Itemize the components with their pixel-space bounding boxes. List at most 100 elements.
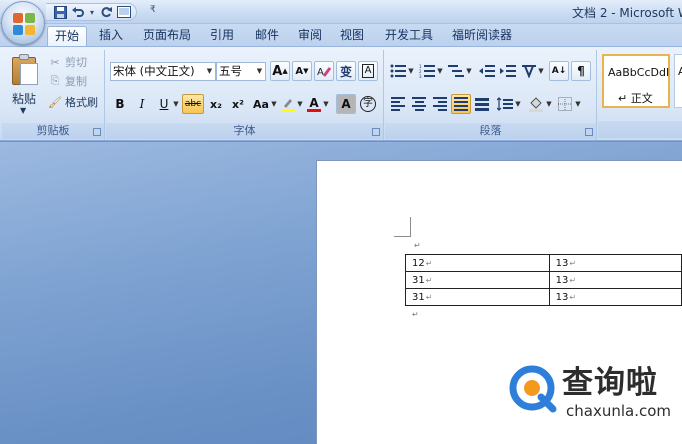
grow-font-button[interactable]: A ▲ bbox=[270, 61, 290, 81]
style-next-item[interactable]: A bbox=[674, 54, 682, 108]
copy-button[interactable]: ⎘ 复制 bbox=[48, 73, 87, 89]
format-painter-button[interactable]: 🖌 格式刷 bbox=[48, 94, 98, 110]
enclose-char-button[interactable]: 字 bbox=[358, 94, 378, 114]
highlight-dropdown-icon[interactable]: ▼ bbox=[296, 94, 304, 114]
office-logo-icon bbox=[13, 13, 35, 35]
bullets-button[interactable] bbox=[388, 61, 408, 81]
align-right-button[interactable] bbox=[430, 94, 450, 114]
align-left-button[interactable] bbox=[388, 94, 408, 114]
save-icon[interactable] bbox=[52, 4, 68, 20]
tab-developer[interactable]: 开发工具 bbox=[378, 26, 440, 46]
tab-home[interactable]: 开始 bbox=[47, 26, 87, 47]
office-button[interactable] bbox=[1, 1, 45, 45]
print-preview-icon[interactable] bbox=[116, 4, 132, 20]
paste-icon[interactable] bbox=[10, 53, 40, 87]
asian-layout-dropdown-icon[interactable]: ▼ bbox=[537, 61, 545, 81]
tab-review[interactable]: 审阅 bbox=[290, 26, 330, 46]
justify-button[interactable] bbox=[451, 94, 471, 114]
multilevel-list-button[interactable] bbox=[446, 61, 466, 81]
shading-button[interactable] bbox=[526, 94, 546, 114]
tab-mailings[interactable]: 邮件 bbox=[247, 26, 287, 46]
font-color-dropdown-icon[interactable]: ▼ bbox=[322, 94, 330, 114]
tab-page-layout[interactable]: 页面布局 bbox=[138, 26, 196, 46]
multilevel-dropdown-icon[interactable]: ▼ bbox=[465, 61, 473, 81]
paragraph-group-label: 段落 bbox=[385, 123, 596, 139]
distributed-button[interactable] bbox=[472, 94, 492, 114]
show-marks-button[interactable]: ¶ bbox=[571, 61, 591, 81]
line-spacing-button[interactable] bbox=[495, 94, 515, 114]
table-cell[interactable]: 12↵ bbox=[405, 254, 550, 272]
clear-formatting-button[interactable]: A bbox=[314, 61, 334, 81]
document-table[interactable]: 12↵ 13↵ 31↵ 13↵ 31↵ 13↵ bbox=[405, 254, 682, 306]
ribbon: 粘贴 ▼ ✂ 剪切 ⎘ 复制 🖌 格式刷 剪贴板 宋体 (中文正文) ▼ 五号 … bbox=[0, 46, 682, 141]
chevron-down-icon[interactable]: ▼ bbox=[254, 63, 265, 80]
paragraph-launcher-icon[interactable] bbox=[585, 128, 593, 136]
paste-dropdown-icon[interactable]: ▼ bbox=[20, 106, 26, 115]
numbering-button[interactable]: 123 bbox=[417, 61, 437, 81]
svg-text:A: A bbox=[317, 67, 324, 78]
decrease-indent-button[interactable] bbox=[477, 61, 497, 81]
table-cell[interactable]: 13↵ bbox=[548, 271, 682, 289]
styles-group-label-area bbox=[598, 121, 682, 138]
font-color-button[interactable]: A bbox=[304, 94, 324, 114]
bold-button[interactable]: B bbox=[110, 94, 130, 114]
font-launcher-icon[interactable] bbox=[372, 128, 380, 136]
italic-button[interactable]: I bbox=[132, 94, 152, 114]
font-name-combo[interactable]: 宋体 (中文正文) ▼ bbox=[110, 62, 216, 81]
watermark-logo-icon bbox=[509, 365, 557, 413]
table-row: 31↵ 13↵ bbox=[405, 271, 682, 289]
highlight-button[interactable] bbox=[278, 94, 298, 114]
crop-mark bbox=[410, 217, 411, 236]
paragraph-group: ▼ 123 ▼ ▼ ▼ A↓ ¶ ▼ ▼ ▼ 段落 bbox=[385, 50, 597, 140]
font-size-combo[interactable]: 五号 ▼ bbox=[216, 62, 266, 81]
subscript-button[interactable]: x₂ bbox=[206, 94, 226, 114]
change-case-button[interactable]: Aa bbox=[250, 94, 272, 114]
shrink-font-button[interactable]: A ▼ bbox=[292, 61, 312, 81]
borders-dropdown-icon[interactable]: ▼ bbox=[574, 94, 582, 114]
chevron-down-icon[interactable]: ▼ bbox=[204, 63, 215, 80]
superscript-button[interactable]: x² bbox=[228, 94, 248, 114]
paste-button[interactable]: 粘贴 bbox=[12, 90, 36, 107]
shading-dropdown-icon[interactable]: ▼ bbox=[545, 94, 553, 114]
borders-button[interactable] bbox=[555, 94, 575, 114]
tab-view[interactable]: 视图 bbox=[334, 26, 370, 46]
align-center-button[interactable] bbox=[409, 94, 429, 114]
title-bar: ▾ ₹ 文档 2 - Microsoft W bbox=[0, 0, 682, 24]
undo-dropdown-icon[interactable]: ▾ bbox=[88, 4, 96, 20]
strikethrough-button[interactable]: abc bbox=[182, 94, 204, 114]
brush-icon: 🖌 bbox=[48, 95, 62, 109]
style-normal[interactable]: AaBbCcDdI ↵ 正文 bbox=[602, 54, 670, 108]
change-case-dropdown-icon[interactable]: ▼ bbox=[270, 94, 278, 114]
table-cell[interactable]: 31↵ bbox=[405, 271, 550, 289]
redo-icon[interactable] bbox=[98, 4, 114, 20]
table-row: 31↵ 13↵ bbox=[405, 288, 682, 306]
font-group-label: 字体 bbox=[106, 123, 383, 139]
customize-icon[interactable]: ₹ bbox=[150, 5, 160, 15]
table-cell[interactable]: 31↵ bbox=[405, 288, 550, 306]
tab-insert[interactable]: 插入 bbox=[91, 26, 131, 46]
increase-indent-button[interactable] bbox=[498, 61, 518, 81]
numbering-dropdown-icon[interactable]: ▼ bbox=[436, 61, 444, 81]
underline-dropdown-icon[interactable]: ▼ bbox=[172, 94, 180, 114]
tab-references[interactable]: 引用 bbox=[202, 26, 242, 46]
clipboard-launcher-icon[interactable] bbox=[93, 128, 101, 136]
clipboard-group-label: 剪贴板 bbox=[2, 123, 104, 139]
table-cell[interactable]: 13↵ bbox=[548, 288, 682, 306]
font-size-value: 五号 bbox=[219, 64, 242, 78]
bullets-dropdown-icon[interactable]: ▼ bbox=[407, 61, 415, 81]
watermark-brand: 查询啦 bbox=[562, 365, 658, 401]
char-border-button[interactable]: A bbox=[358, 61, 378, 81]
style-sample-text: AaBbCcDdI bbox=[608, 66, 670, 79]
char-shading-button[interactable]: A bbox=[336, 94, 356, 114]
table-cell[interactable]: 13↵ bbox=[548, 254, 682, 272]
cut-button[interactable]: ✂ 剪切 bbox=[48, 54, 87, 70]
line-spacing-dropdown-icon[interactable]: ▼ bbox=[514, 94, 522, 114]
paragraph-mark: ↵ bbox=[412, 310, 419, 319]
undo-icon[interactable] bbox=[70, 4, 86, 20]
ribbon-tabs: 开始 插入 页面布局 引用 邮件 审阅 视图 开发工具 福昕阅读器 bbox=[0, 24, 682, 47]
asian-layout-button[interactable] bbox=[519, 61, 539, 81]
sort-button[interactable]: A↓ bbox=[549, 61, 569, 81]
underline-button[interactable]: U bbox=[154, 94, 174, 114]
tab-foxit-reader[interactable]: 福昕阅读器 bbox=[446, 26, 518, 46]
phonetic-guide-button[interactable]: 变 bbox=[336, 61, 356, 81]
